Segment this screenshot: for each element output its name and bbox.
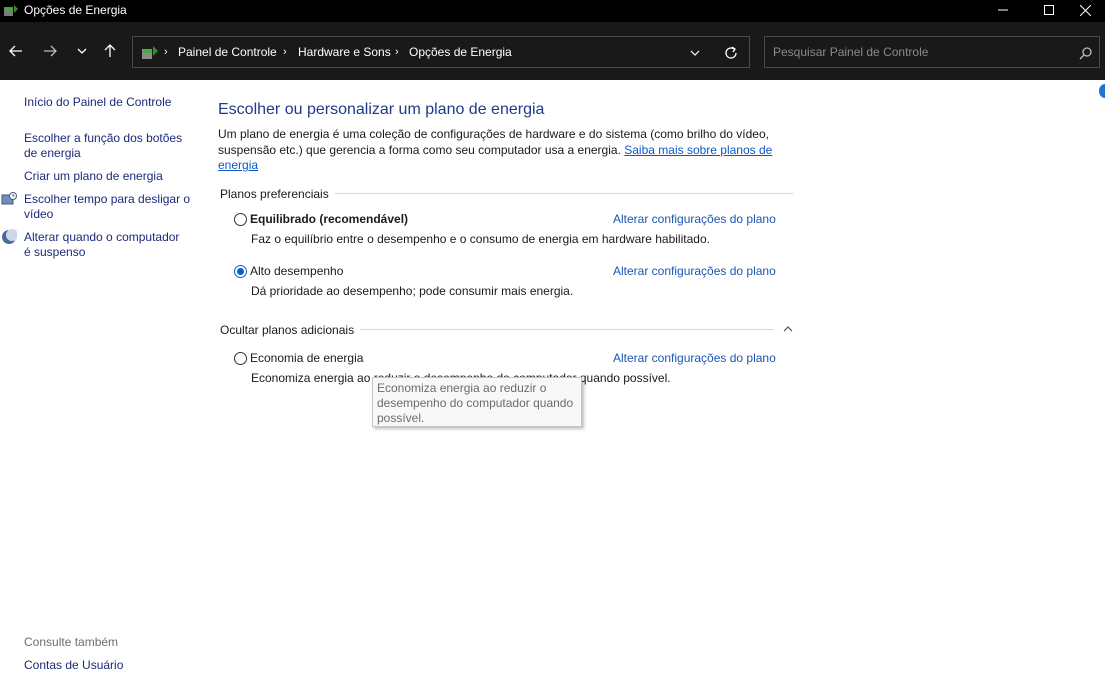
chevron-down-icon <box>690 50 700 56</box>
plan-radio-power-saver[interactable] <box>234 352 247 365</box>
breadcrumb-hardware-sound[interactable]: Hardware e Sons <box>298 45 391 59</box>
see-also-label: Consulte também <box>24 635 119 649</box>
forward-button[interactable] <box>40 41 60 61</box>
search-box[interactable]: Pesquisar Painel de Controle <box>764 36 1100 68</box>
change-plan-settings-balanced-link[interactable]: Alterar configurações do plano <box>613 212 776 226</box>
power-options-app-icon <box>3 3 19 19</box>
preferred-plans-label: Planos preferenciais <box>220 187 335 201</box>
sidebar-link-sleep[interactable]: Alterar quando o computador é suspenso <box>24 230 179 260</box>
hide-additional-plans-label[interactable]: Ocultar planos adicionais <box>220 323 361 337</box>
back-button[interactable] <box>6 41 26 61</box>
plan-name-balanced[interactable]: Equilibrado (recomendável) <box>250 212 408 226</box>
sleep-moon-icon <box>1 229 18 245</box>
chevron-down-icon <box>77 48 87 54</box>
breadcrumb-power-options[interactable]: Opções de Energia <box>409 45 512 59</box>
recent-locations-button[interactable] <box>72 41 92 61</box>
collapse-additional-plans-button[interactable] <box>782 323 794 338</box>
power-options-location-icon <box>141 44 159 62</box>
address-bar[interactable]: › Painel de Controle › Hardware e Sons ›… <box>132 36 750 68</box>
breadcrumb-control-panel[interactable]: Painel de Controle <box>178 45 277 59</box>
up-arrow-icon <box>104 44 116 57</box>
back-arrow-icon <box>9 45 22 57</box>
breadcrumb-separator: › <box>395 46 399 58</box>
plan-radio-high-performance[interactable] <box>234 265 247 278</box>
user-accounts-link[interactable]: Contas de Usuário <box>24 658 123 673</box>
plan-description-high-performance: Dá prioridade ao desempenho; pode consum… <box>251 284 574 298</box>
help-icon[interactable] <box>1099 84 1105 98</box>
plan-name-power-saver[interactable]: Economia de energia <box>250 351 363 365</box>
display-timer-icon <box>1 191 17 207</box>
navigation-bar: › Painel de Controle › Hardware e Sons ›… <box>0 22 1105 80</box>
title-bar: Opções de Energia <box>0 0 1105 22</box>
refresh-button[interactable] <box>723 45 739 64</box>
breadcrumb-separator: › <box>164 46 168 58</box>
sidebar-link-display-off[interactable]: Escolher tempo para desligar o vídeo <box>24 192 190 222</box>
plan-radio-balanced[interactable] <box>234 213 247 226</box>
plan-tooltip: Economiza energia ao reduzir o desempenh… <box>372 377 582 427</box>
sidebar-link-power-buttons[interactable]: Escolher a função dos botões de energia <box>24 131 182 161</box>
page-title: Escolher ou personalizar um plano de ene… <box>218 101 545 118</box>
chevron-up-icon <box>783 326 793 332</box>
forward-arrow-icon <box>44 45 57 57</box>
breadcrumb-separator: › <box>283 46 287 58</box>
change-plan-settings-high-performance-link[interactable]: Alterar configurações do plano <box>613 264 776 278</box>
window-title: Opções de Energia <box>24 3 127 17</box>
intro-text: Um plano de energia é uma coleção de con… <box>218 127 773 172</box>
plan-name-high-performance[interactable]: Alto desempenho <box>250 264 343 278</box>
search-icon[interactable] <box>1079 46 1093 63</box>
change-plan-settings-power-saver-link[interactable]: Alterar configurações do plano <box>613 351 776 365</box>
search-input[interactable]: Pesquisar Painel de Controle <box>773 45 928 59</box>
address-history-dropdown[interactable] <box>689 47 701 62</box>
plan-description-balanced: Faz o equilíbrio entre o desempenho e o … <box>251 232 710 246</box>
up-button[interactable] <box>100 41 120 61</box>
close-button[interactable] <box>1062 0 1105 22</box>
minimize-button[interactable] <box>980 0 1026 22</box>
control-panel-home-link[interactable]: Início do Painel de Controle <box>24 95 171 110</box>
sidebar-link-create-plan[interactable]: Criar um plano de energia <box>24 169 163 184</box>
refresh-icon <box>725 46 737 59</box>
